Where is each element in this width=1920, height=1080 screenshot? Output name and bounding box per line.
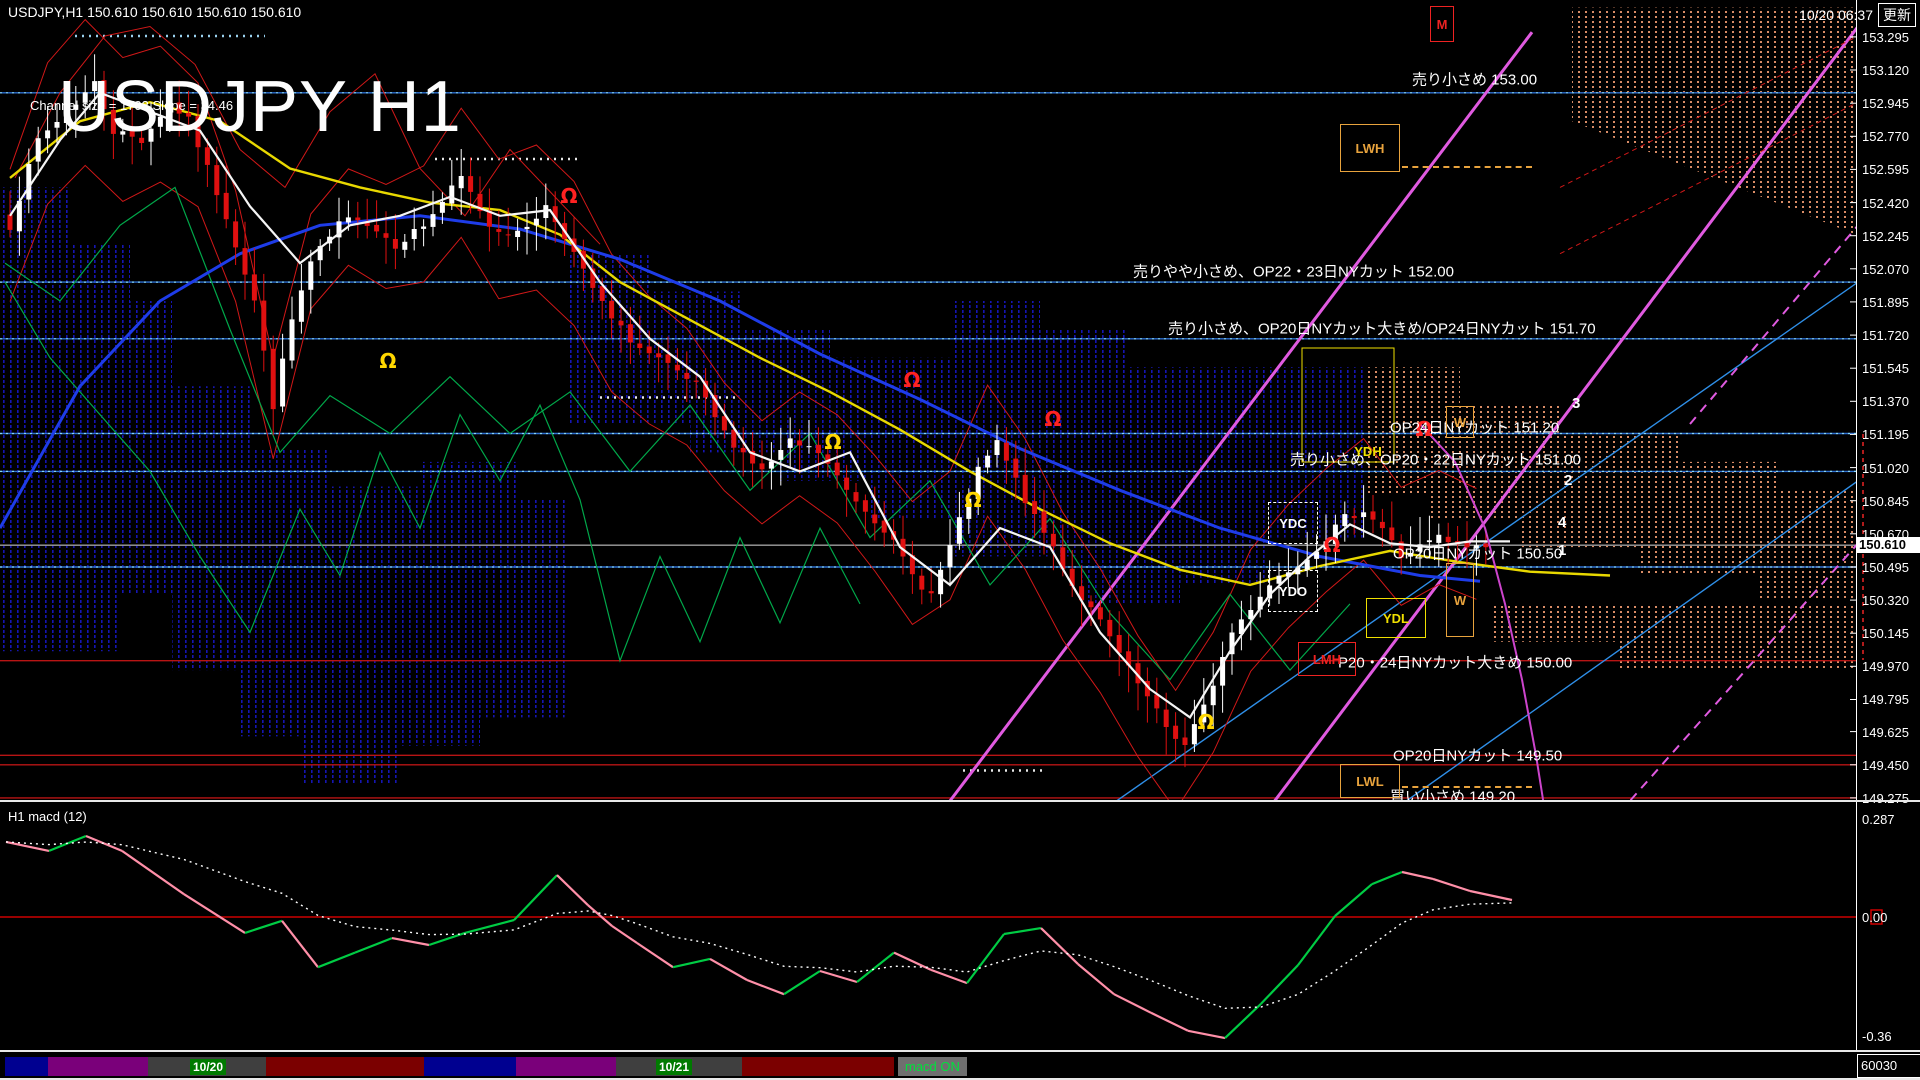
wave-count-number: 1	[1558, 542, 1566, 559]
macd-line	[86, 836, 122, 851]
macd-line	[1225, 1004, 1261, 1038]
session-marker-lmh: LMH	[1298, 642, 1356, 676]
macd-line	[1433, 879, 1470, 891]
wave-count-number: 3	[1572, 395, 1580, 412]
session-marker-lwl: LWL	[1340, 764, 1400, 798]
macd-line	[392, 938, 429, 945]
date-label: 10/20	[190, 1059, 226, 1075]
level-annotation: P20・24日NYカット大きめ 150.00	[1338, 652, 1572, 673]
macd-line	[1041, 928, 1078, 964]
session-marker-w: W	[1446, 563, 1474, 637]
macd-line	[245, 921, 282, 933]
pane-separator[interactable]	[0, 1050, 1920, 1052]
macd-line	[514, 875, 557, 920]
macd-line	[857, 953, 894, 982]
macd-layer	[0, 836, 1856, 1038]
macd-line	[6, 842, 49, 851]
session-marker-ydc: YDC	[1268, 502, 1318, 544]
session-marker-ydo: YDO	[1268, 570, 1318, 612]
macd-line	[1078, 964, 1114, 994]
symbol-info: USDJPY,H1 150.610 150.610 150.610 150.61…	[8, 5, 301, 19]
level-annotation: OP20日NYカット 150.50	[1393, 543, 1562, 564]
macd-axis-top: 0.287	[1862, 812, 1895, 827]
macd-line	[710, 959, 747, 980]
macd-line	[1298, 916, 1335, 965]
macd-line	[122, 851, 184, 894]
channel-info: Channel size = 1703 Slope = 34.46	[30, 98, 233, 113]
macd-line	[1261, 965, 1298, 1004]
session-segment	[48, 1057, 148, 1076]
trading-terminal: ΩΩΩΩΩΩΩΩΩ USDJPY,H1 150.610 150.610 150.…	[0, 0, 1920, 1080]
macd-axis-zero: 0.00	[1862, 910, 1887, 925]
session-marker-ydl: YDL	[1366, 598, 1426, 638]
current-price-badge: 150.610	[1857, 537, 1920, 553]
macd-line	[637, 943, 673, 967]
pane-separator[interactable]	[0, 800, 1920, 802]
update-button[interactable]: 更新	[1878, 3, 1916, 27]
wave-count-number: 4	[1558, 514, 1566, 531]
macd-line	[820, 971, 857, 982]
session-marker-lwh: LWH	[1340, 124, 1400, 172]
level-annotation: OP24日NYカット 151.20	[1390, 417, 1559, 438]
macd-line	[894, 953, 931, 970]
tick-counter: 60030	[1857, 1054, 1920, 1078]
macd-line	[588, 905, 612, 926]
level-annotation: OP20日NYカット 149.50	[1393, 745, 1562, 766]
date-label: 10/21	[656, 1059, 692, 1075]
macd-line	[612, 926, 637, 943]
macd-line	[1470, 891, 1512, 900]
macd-line	[784, 971, 820, 994]
session-marker-m: M	[1430, 6, 1454, 42]
macd-line	[318, 953, 355, 968]
macd-line	[747, 980, 784, 994]
macd-line	[355, 938, 392, 953]
marker-dash-line	[1402, 166, 1532, 168]
macd-line	[1402, 872, 1433, 879]
macd-line	[1004, 928, 1041, 934]
macd-line	[1188, 1031, 1225, 1038]
session-segment	[5, 1057, 48, 1076]
session-marker-w: W	[1446, 406, 1474, 438]
level-annotation: 売り小さめ 153.00	[1412, 69, 1537, 90]
macd-pane-label: H1 macd (12)	[8, 809, 87, 824]
session-marker-ydh: YDH	[1348, 440, 1388, 462]
level-annotation: 売り小さめ、OP20・22日NYカット 151.00	[1290, 449, 1581, 470]
macd-line	[673, 959, 710, 967]
macd-line	[967, 934, 1004, 983]
macd-line	[1151, 1013, 1188, 1031]
updated-time: 10/20 06:37	[1799, 7, 1873, 23]
macd-line	[1114, 994, 1151, 1013]
macd-toggle-button[interactable]: macd ON	[898, 1057, 967, 1076]
macd-line	[282, 921, 318, 967]
marker-dash-line	[1402, 786, 1532, 788]
macd-line	[1372, 872, 1402, 884]
macd-line	[184, 894, 245, 933]
macd-line	[557, 875, 588, 905]
session-segment	[516, 1057, 616, 1076]
session-segment	[424, 1057, 516, 1076]
level-annotation: 売り小さめ、OP20日NYカット大きめ/OP24日NYカット 151.70	[1168, 318, 1596, 339]
session-segment	[742, 1057, 894, 1076]
macd-line	[1335, 884, 1372, 916]
wave-count-number: 2	[1564, 472, 1572, 489]
macd-axis-bottom: -0.36	[1862, 1029, 1892, 1044]
session-segment	[266, 1057, 424, 1076]
level-annotation: 売りやや小さめ、OP22・23日NYカット 152.00	[1133, 261, 1454, 282]
